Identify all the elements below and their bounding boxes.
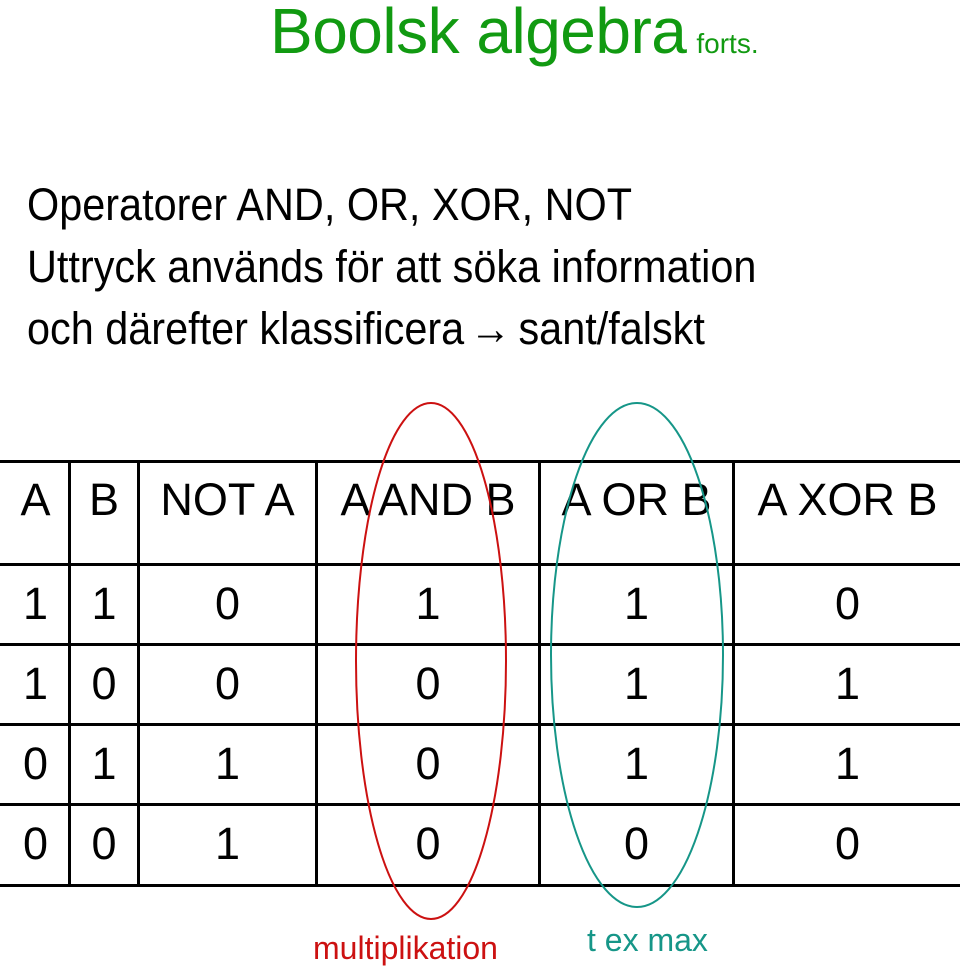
table-cell: 0	[834, 578, 861, 629]
table-cell: 1	[834, 658, 861, 709]
table-cell: 1	[415, 578, 441, 629]
bullet-classify: och därefter klassificera → sant/falskt	[27, 298, 756, 360]
table-cell: 0	[623, 818, 650, 869]
table-cell: 0	[91, 658, 117, 709]
table-border-top	[0, 460, 960, 463]
table-row-divider	[0, 723, 960, 726]
bullet-classify-pre: och därefter klassificera	[27, 303, 465, 354]
table-cell: 0	[214, 658, 241, 709]
table-border-bottom	[0, 884, 960, 887]
table-row-divider	[0, 643, 960, 646]
table-cell: 0	[22, 738, 49, 789]
table-header-cell: A OR B	[561, 474, 712, 525]
arrow-right-icon: →	[469, 303, 512, 354]
or-note: t ex max	[587, 922, 708, 958]
table-header-cell: A XOR B	[757, 474, 938, 525]
and-note: multiplikation	[313, 930, 498, 966]
table-cell: 1	[623, 658, 650, 709]
title-main: Boolsk algebra	[270, 0, 687, 67]
table-cell: 1	[91, 738, 117, 789]
table-header-cell: A AND B	[340, 474, 516, 525]
table-header-divider	[0, 563, 960, 566]
bullet-operators: Operatorer AND, OR, XOR, NOT	[27, 179, 633, 230]
table-cell: 0	[214, 578, 241, 629]
bullet-classify-post: sant/falskt	[518, 303, 705, 354]
table-cell: 0	[415, 658, 441, 709]
table-cell: 1	[91, 578, 117, 629]
table-cell: 0	[415, 738, 441, 789]
table-cell: 1	[22, 658, 49, 709]
table-cell: 0	[834, 818, 861, 869]
table-cell: 1	[623, 578, 650, 629]
table-cell: 1	[22, 578, 49, 629]
table-header-cell: B	[88, 474, 119, 525]
slide-title: Boolsk algebra forts.	[270, 0, 759, 68]
bullet-list: Operatorer AND, OR, XOR, NOT Uttryck anv…	[27, 174, 756, 360]
title-suffix: forts.	[696, 28, 759, 59]
table-header-cell: NOT A	[160, 474, 295, 525]
table-cell: 0	[415, 818, 441, 869]
table-cell: 1	[214, 818, 241, 869]
table-cell: 0	[22, 818, 49, 869]
bullet-expressions: Uttryck används för att söka information	[27, 241, 757, 292]
table-row-divider	[0, 803, 960, 806]
table-header-cell: A	[20, 474, 51, 525]
table-cell: 1	[834, 738, 861, 789]
table-cell: 0	[91, 818, 117, 869]
table-cell: 1	[214, 738, 241, 789]
table-cell: 1	[623, 738, 650, 789]
